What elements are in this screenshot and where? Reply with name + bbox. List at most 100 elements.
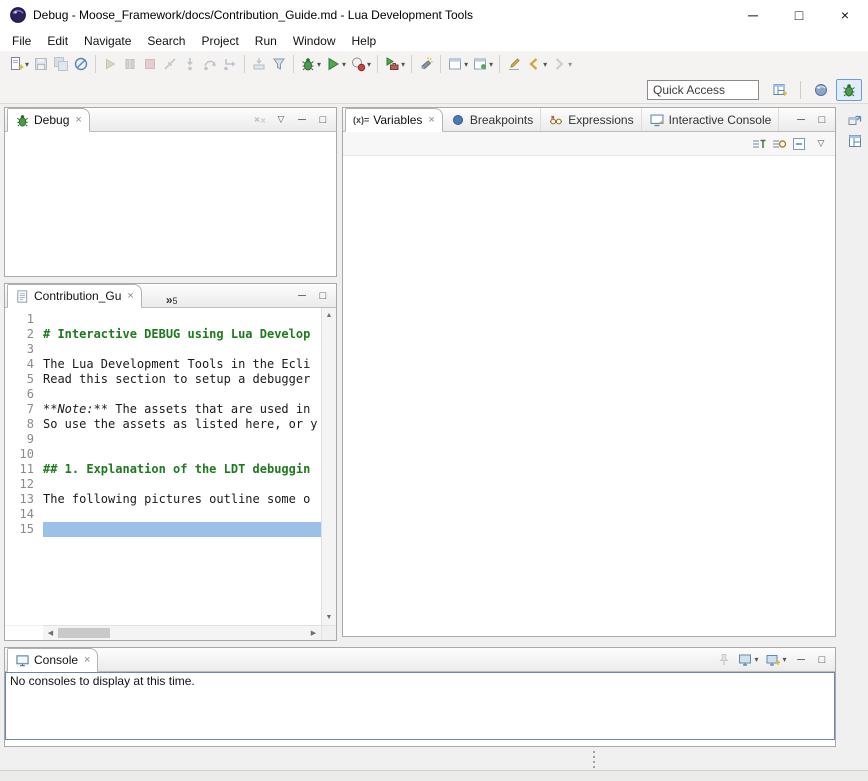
tab-console[interactable]: Console × [7, 648, 98, 672]
code-line-7[interactable]: **Note:** The assets that are used in [43, 402, 321, 417]
use-step-filters-button[interactable] [269, 53, 289, 75]
gutter-line-14[interactable]: 14 [5, 507, 34, 522]
suspend-button[interactable] [120, 53, 140, 75]
new-wizard-button[interactable]: ▾ [6, 53, 31, 75]
menu-edit[interactable]: Edit [39, 32, 76, 50]
debug-perspective-button[interactable] [836, 79, 862, 101]
gutter-line-7[interactable]: 7 [5, 402, 34, 417]
gutter-line-8[interactable]: 8 [5, 417, 34, 432]
code-line-11[interactable]: ## 1. Explanation of the LDT debuggin [43, 462, 321, 477]
variables-maximize-button[interactable]: □ [812, 110, 832, 130]
quick-access-input[interactable]: Quick Access [647, 80, 759, 100]
tab-editor-contribution-guide[interactable]: Contribution_Gu × [7, 284, 142, 308]
save-button[interactable] [31, 53, 51, 75]
tab-breakpoints[interactable]: Breakpoints [443, 108, 541, 131]
editor-minimize-button[interactable]: ─ [292, 286, 312, 306]
restore-minimized-view-button[interactable] [844, 109, 866, 129]
console-minimize-button[interactable]: ─ [791, 650, 811, 670]
drop-to-frame-button[interactable] [249, 53, 269, 75]
scrollbar-thumb[interactable] [58, 628, 110, 638]
menu-window[interactable]: Window [285, 32, 344, 50]
gutter-line-1[interactable]: 1 [5, 312, 34, 327]
gutter-line-11[interactable]: 11 [5, 462, 34, 477]
step-over-button[interactable] [200, 53, 220, 75]
console-output[interactable]: No consoles to display at this time. [5, 672, 835, 740]
variables-view-content[interactable] [343, 156, 835, 636]
scroll-down-icon[interactable]: ▼ [322, 610, 337, 625]
dropdown-arrow-icon[interactable]: ▾ [568, 60, 572, 69]
code-line-1[interactable] [43, 312, 321, 327]
gutter-line-4[interactable]: 4 [5, 357, 34, 372]
collapse-all-button[interactable] [789, 134, 809, 154]
external-tools-button[interactable]: ▾ [382, 53, 407, 75]
variables-view-menu-button[interactable]: ▽ [811, 134, 831, 154]
gutter-line-13[interactable]: 13 [5, 492, 34, 507]
dropdown-arrow-icon[interactable]: ▾ [342, 60, 346, 69]
code-line-13[interactable]: The following pictures outline some o [43, 492, 321, 507]
resume-button[interactable] [100, 53, 120, 75]
menu-run[interactable]: Run [247, 32, 285, 50]
console-maximize-button[interactable]: □ [812, 650, 832, 670]
dropdown-arrow-icon[interactable]: ▾ [401, 60, 405, 69]
variables-minimize-button[interactable]: ─ [791, 110, 811, 130]
gutter-line-15[interactable]: 15 [5, 522, 34, 537]
dropdown-arrow-icon[interactable]: ▾ [489, 60, 493, 69]
run-history-button[interactable]: ▾ [323, 53, 348, 75]
menu-project[interactable]: Project [193, 32, 246, 50]
gutter-line-6[interactable]: 6 [5, 387, 34, 402]
dropdown-arrow-icon[interactable]: ▾ [754, 655, 758, 664]
disconnect-button[interactable] [160, 53, 180, 75]
code-line-3[interactable] [43, 342, 321, 357]
debug-view-content[interactable] [5, 132, 336, 276]
code-line-9[interactable] [43, 432, 321, 447]
code-line-10[interactable] [43, 447, 321, 462]
gutter-line-5[interactable]: 5 [5, 372, 34, 387]
dropdown-arrow-icon[interactable]: ▾ [782, 655, 786, 664]
menu-search[interactable]: Search [139, 32, 193, 50]
open-perspective-button[interactable] [767, 79, 793, 101]
window-minimize-button[interactable]: ─ [730, 0, 776, 30]
menu-help[interactable]: Help [344, 32, 385, 50]
close-tab-icon[interactable]: × [75, 114, 81, 126]
window-close-button[interactable]: × [822, 0, 868, 30]
close-tab-icon[interactable]: × [84, 654, 90, 666]
menu-file[interactable]: File [4, 32, 39, 50]
code-line-5[interactable]: Read this section to setup a debugger [43, 372, 321, 387]
gutter-line-10[interactable]: 10 [5, 447, 34, 462]
gutter-line-9[interactable]: 9 [5, 432, 34, 447]
last-edit-location-button[interactable] [504, 53, 524, 75]
close-tab-icon[interactable]: × [127, 290, 133, 302]
search-button[interactable] [416, 53, 436, 75]
debug-maximize-button[interactable]: □ [313, 110, 333, 130]
code-line-15[interactable] [43, 522, 321, 537]
open-console-button[interactable]: ▾ [762, 650, 790, 670]
dropdown-arrow-icon[interactable]: ▾ [317, 60, 321, 69]
remove-all-terminated-button[interactable] [250, 110, 270, 130]
statusbar-grip[interactable] [590, 751, 598, 768]
terminate-button[interactable] [140, 53, 160, 75]
show-type-names-button[interactable] [749, 134, 769, 154]
menu-navigate[interactable]: Navigate [76, 32, 139, 50]
editor-horizontal-scrollbar[interactable]: ◀ ▶ [43, 625, 321, 640]
hidden-editors-chevron[interactable]: » 5 [162, 284, 182, 307]
gutter-line-2[interactable]: 2 [5, 327, 34, 342]
profile-history-button[interactable]: ▾ [348, 53, 373, 75]
dropdown-arrow-icon[interactable]: ▾ [25, 60, 29, 69]
tab-expressions[interactable]: Expressions [541, 108, 641, 131]
debug-history-button[interactable]: ▾ [298, 53, 323, 75]
tab-interactive-console[interactable]: Interactive Console [642, 108, 780, 131]
editor-content[interactable]: # Interactive DEBUG using Lua DevelopThe… [43, 308, 321, 625]
code-line-14[interactable] [43, 507, 321, 522]
window-maximize-button[interactable]: □ [776, 0, 822, 30]
tab-debug[interactable]: Debug × [7, 108, 90, 132]
gutter-line-3[interactable]: 3 [5, 342, 34, 357]
step-into-button[interactable] [180, 53, 200, 75]
code-line-12[interactable] [43, 477, 321, 492]
step-return-button[interactable] [220, 53, 240, 75]
scroll-left-icon[interactable]: ◀ [43, 626, 58, 641]
code-line-6[interactable] [43, 387, 321, 402]
gutter-line-12[interactable]: 12 [5, 477, 34, 492]
editor-vertical-scrollbar[interactable]: ▲ ▼ [321, 308, 336, 625]
scroll-right-icon[interactable]: ▶ [306, 626, 321, 641]
open-resource-button[interactable]: ▾ [470, 53, 495, 75]
